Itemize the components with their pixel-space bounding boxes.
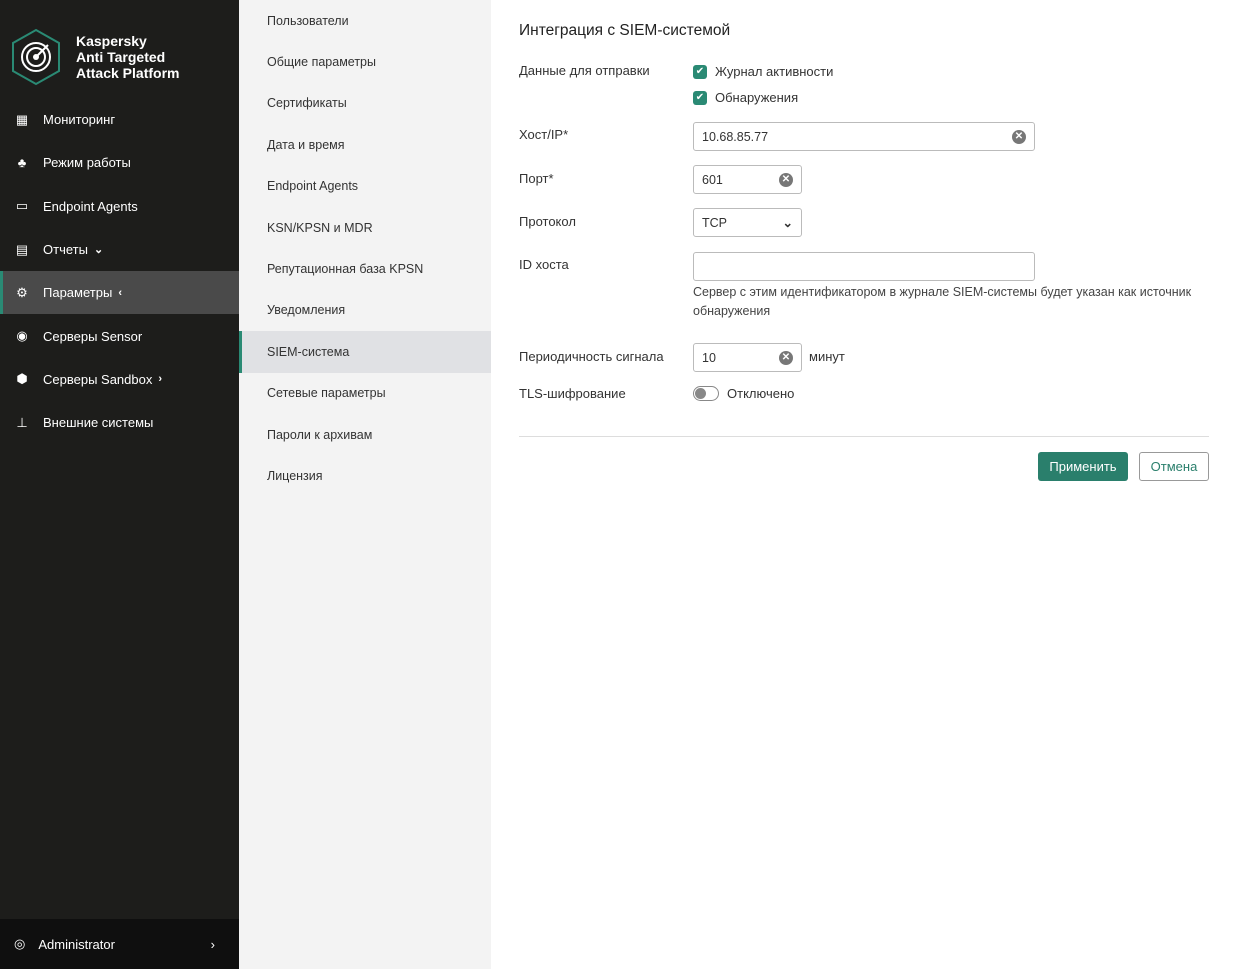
sidebar: Kaspersky Anti Targeted Attack Platform ▦ М… bbox=[0, 0, 239, 969]
nav-label: Серверы Sandbox bbox=[43, 371, 153, 387]
chevron-down-icon: ⌄ bbox=[93, 244, 104, 257]
submenu-item[interactable]: Сетевые параметры bbox=[239, 373, 491, 414]
tls-state: Отключено bbox=[727, 386, 795, 401]
cancel-button[interactable]: Отмена bbox=[1139, 452, 1209, 481]
brand-line: Kaspersky bbox=[76, 33, 147, 49]
apply-button[interactable]: Применить bbox=[1038, 452, 1128, 481]
check-icon: ✔ bbox=[693, 64, 707, 79]
data-label: Данные для отправки bbox=[519, 63, 650, 78]
nav-monitoring[interactable]: ▦ Мониторинг bbox=[0, 98, 239, 141]
protocol-label: Протокол bbox=[519, 214, 576, 229]
period-label: Периодичность сигнала bbox=[519, 349, 664, 364]
tls-toggle[interactable]: Отключено bbox=[693, 386, 794, 401]
gear-icon: ⚙ bbox=[16, 284, 28, 300]
period-input[interactable]: 10 ✕ bbox=[693, 343, 802, 372]
period-value: 10 bbox=[702, 350, 716, 365]
cube-icon: ⬢ bbox=[16, 371, 28, 387]
submenu-item[interactable]: Общие параметры bbox=[239, 41, 491, 82]
hierarchy-icon: ♣ bbox=[17, 155, 27, 171]
host-id-input[interactable] bbox=[693, 252, 1035, 281]
chevron-left-icon: ‹ bbox=[118, 286, 122, 299]
clear-icon[interactable]: ✕ bbox=[779, 350, 793, 365]
period-unit: минут bbox=[809, 349, 845, 364]
nav-sensor[interactable]: ◉ Серверы Sensor bbox=[0, 314, 239, 357]
host-id-hint: Сервер с этим идентификатором в журнале … bbox=[693, 285, 1192, 318]
checkbox-label: Обнаружения bbox=[715, 90, 799, 105]
nav-mode[interactable]: ♣ Режим работы bbox=[0, 141, 239, 184]
host-value: 10.68.85.77 bbox=[702, 129, 769, 144]
host-label: Хост/IP* bbox=[519, 127, 569, 142]
nav-external[interactable]: ⊥ Внешние системы bbox=[0, 401, 239, 444]
tls-label: TLS-шифрование bbox=[519, 386, 626, 401]
brand-line: Attack Platform bbox=[76, 65, 180, 81]
submenu-item[interactable]: KSN/KPSN и MDR bbox=[239, 207, 491, 248]
brand-line: Anti Targeted bbox=[76, 49, 166, 65]
nav-label: Параметры bbox=[43, 285, 113, 301]
monitor-icon: ▭ bbox=[15, 198, 29, 214]
nav-sandbox[interactable]: ⬢ Серверы Sandbox › bbox=[0, 358, 239, 401]
submenu-item[interactable]: Сертификаты bbox=[239, 83, 491, 124]
nav-label: Внешние системы bbox=[43, 415, 154, 431]
port-value: 601 bbox=[702, 172, 723, 187]
user-menu[interactable]: ◎ Administrator › bbox=[0, 919, 239, 969]
page-title: Интеграция с SIEM-системой bbox=[519, 22, 731, 39]
nav-label: Endpoint Agents bbox=[43, 198, 138, 214]
host-input[interactable]: 10.68.85.77 ✕ bbox=[693, 122, 1035, 151]
submenu-item[interactable]: SIEM-система bbox=[239, 331, 491, 373]
nav-reports[interactable]: ▤ Отчеты ⌄ bbox=[0, 228, 239, 271]
logo: Kaspersky Anti Targeted Attack Platform bbox=[10, 28, 179, 86]
chevron-right-icon: › bbox=[158, 373, 163, 386]
detections-checkbox[interactable]: ✔ Обнаружения bbox=[693, 90, 798, 105]
settings-submenu: Пользователи Общие параметры Сертификаты Да… bbox=[239, 0, 491, 969]
nav-label: Отчеты bbox=[43, 242, 88, 258]
dashboard-icon: ▦ bbox=[15, 111, 29, 127]
port-label: Порт* bbox=[519, 171, 554, 186]
clear-icon[interactable]: ✕ bbox=[779, 172, 793, 187]
activity-log-checkbox[interactable]: ✔ Журнал активности bbox=[693, 64, 833, 79]
submenu-item[interactable]: Репутационная база KPSN bbox=[239, 248, 491, 289]
nav-label: Режим работы bbox=[43, 155, 131, 171]
target-logo-icon bbox=[12, 28, 60, 86]
host-id-label: ID хоста bbox=[519, 257, 569, 272]
report-icon: ▤ bbox=[15, 241, 29, 257]
user-name: Administrator bbox=[38, 936, 115, 952]
port-input[interactable]: 601 ✕ bbox=[693, 165, 802, 194]
sensor-icon: ◉ bbox=[16, 328, 28, 344]
clear-icon[interactable]: ✕ bbox=[1012, 129, 1026, 144]
submenu-item[interactable]: Пользователи bbox=[239, 0, 491, 41]
submenu-item[interactable]: Endpoint Agents bbox=[239, 166, 491, 207]
protocol-value: TCP bbox=[702, 215, 727, 230]
submenu-item[interactable]: Уведомления bbox=[239, 290, 491, 331]
chevron-right-icon: › bbox=[210, 936, 215, 952]
checkbox-label: Журнал активности bbox=[715, 64, 834, 79]
network-icon: ⊥ bbox=[16, 414, 28, 430]
check-icon: ✔ bbox=[693, 90, 707, 105]
submenu-item[interactable]: Пароли к архивам bbox=[239, 414, 491, 455]
chevron-down-icon: ⌄ bbox=[782, 216, 793, 230]
nav-endpoint-agents[interactable]: ▭ Endpoint Agents bbox=[0, 185, 239, 228]
submenu-item[interactable]: Лицензия bbox=[239, 455, 491, 496]
nav-settings[interactable]: ⚙ Параметры ‹ bbox=[0, 271, 239, 315]
submenu-item[interactable]: Дата и время bbox=[239, 124, 491, 165]
user-icon: ◎ bbox=[14, 936, 26, 951]
nav-label: Мониторинг bbox=[43, 112, 116, 128]
nav-label: Серверы Sensor bbox=[43, 328, 143, 344]
protocol-select[interactable]: TCP ⌄ bbox=[693, 208, 802, 237]
toggle-switch[interactable] bbox=[693, 386, 719, 401]
divider bbox=[519, 436, 1209, 437]
